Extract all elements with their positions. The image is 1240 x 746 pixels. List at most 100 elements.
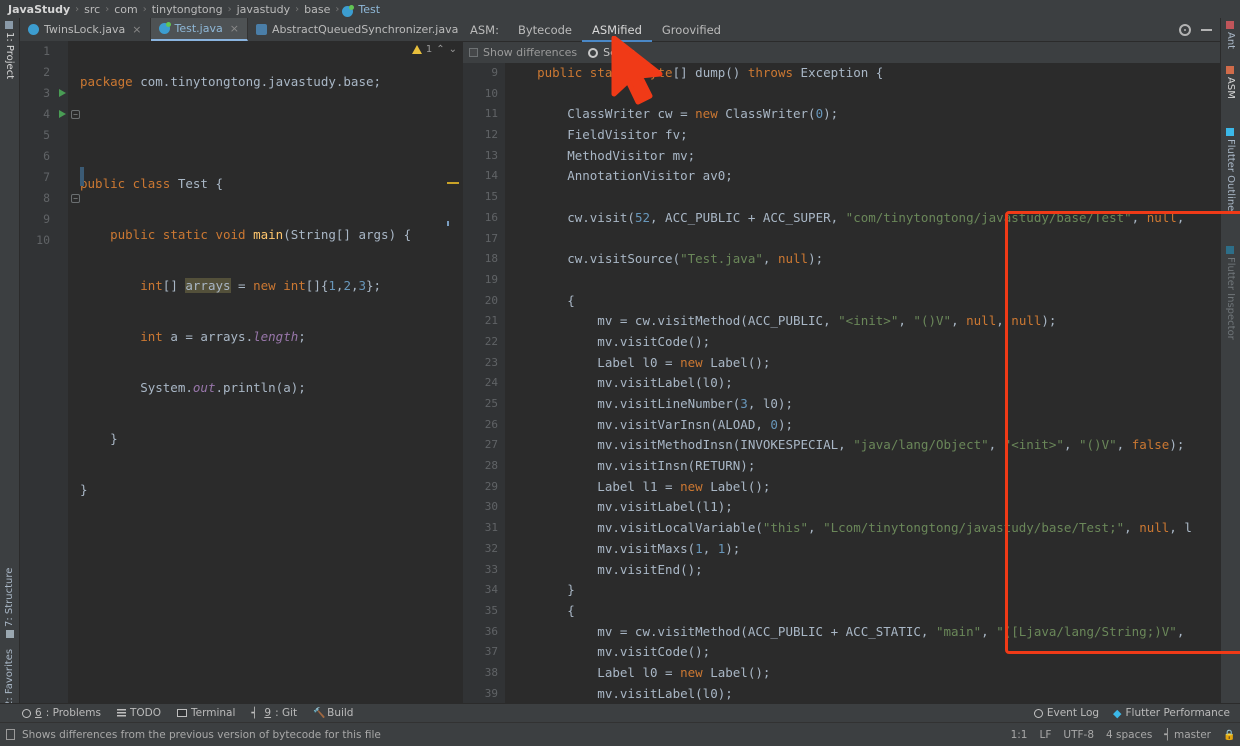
asm-code-line: }	[507, 582, 575, 598]
editor-tab-label: Test.java	[174, 22, 223, 35]
chevron-down-icon[interactable]: ⌄	[449, 44, 457, 55]
gutter-line: 2	[43, 65, 50, 79]
toolwin-terminal[interactable]: Terminal	[177, 707, 235, 719]
line-separator[interactable]: LF	[1040, 729, 1052, 741]
asm-gutter-line: 34	[484, 583, 498, 597]
document-icon	[6, 729, 15, 740]
sidebar-item-flutter-outline[interactable]: Flutter Outline	[1225, 128, 1236, 211]
toolwin-git[interactable]: ┥ 9 : Git	[251, 707, 297, 719]
flutter-icon	[1226, 128, 1235, 136]
sidebar-item-structure[interactable]: 7: Structure	[4, 568, 15, 638]
java-class-icon	[158, 22, 171, 34]
breadcrumb-separator: ›	[75, 3, 80, 15]
toolwin-flutter-performance[interactable]: ◆ Flutter Performance	[1113, 707, 1230, 720]
warning-count: 1	[425, 44, 433, 55]
asm-gutter-line: 21	[484, 314, 498, 328]
inspection-widget[interactable]: 1 ⌃ ⌄	[411, 44, 457, 55]
file-encoding[interactable]: UTF-8	[1063, 729, 1094, 741]
selection-marker	[80, 167, 84, 186]
breadcrumb-item-6[interactable]: Test	[356, 3, 382, 16]
asm-gutter-line: 24	[484, 376, 498, 390]
chevron-up-icon[interactable]: ⌃	[436, 44, 444, 55]
toolwin-todo[interactable]: TODO	[116, 707, 161, 719]
asm-gutter-line: 11	[484, 107, 498, 121]
left-tool-stripe: 1: Project 7: Structure ★ 2: Favorites	[0, 18, 20, 718]
sidebar-item-ant[interactable]: Ant	[1225, 21, 1236, 49]
asm-code-line: ClassWriter cw = new ClassWriter(0);	[507, 106, 839, 122]
minimize-icon[interactable]	[1201, 28, 1212, 31]
breadcrumb-item-1[interactable]: src	[82, 3, 102, 16]
editor-tab-test[interactable]: Test.java ×	[150, 18, 248, 41]
gear-icon[interactable]	[1179, 23, 1191, 36]
asm-gutter-line: 10	[484, 86, 498, 100]
gutter-line: 5	[43, 128, 50, 142]
show-differences-label[interactable]: Show differences	[483, 46, 577, 59]
asm-code-line	[507, 187, 1220, 208]
editor-source[interactable]: package com.tinytongtong.javastudy.base;…	[80, 41, 463, 718]
asm-code-line: mv.visitCode();	[507, 333, 711, 349]
editor-tab-strip: TwinsLock.java × Test.java × AbstractQue…	[20, 18, 484, 41]
code-line: System.out.println(a);	[80, 380, 306, 395]
run-gutter-icon[interactable]	[59, 110, 66, 118]
tab-bytecode[interactable]: Bytecode	[508, 18, 582, 42]
editor-code-area[interactable]: 1 2 3 4 − 5 6 7 8 − 9 10 package com.tin…	[20, 41, 463, 718]
asm-code-line: mv.visitVarInsn(ALOAD, 0);	[507, 416, 793, 432]
editor-tab-twinslock[interactable]: TwinsLock.java ×	[20, 18, 151, 41]
lock-icon[interactable]: 🔒	[1223, 730, 1235, 741]
asm-gutter-line: 26	[484, 417, 498, 431]
toolwin-label: Build	[327, 707, 354, 719]
asm-gutter-line: 27	[484, 438, 498, 452]
breadcrumb-item-3[interactable]: tinytongtong	[150, 3, 225, 16]
asm-header: ASM: Bytecode ASMified Groovified	[463, 18, 1220, 42]
cursor-arrow-annotation	[611, 36, 663, 105]
git-branch[interactable]: ┥ master	[1164, 729, 1211, 741]
sidebar-item-flutter-inspector[interactable]: Flutter Inspector	[1225, 246, 1236, 340]
breadcrumb-item-4[interactable]: javastudy	[235, 3, 293, 16]
project-icon	[5, 21, 14, 29]
structure-icon	[5, 630, 14, 638]
gutter-line: 10	[36, 233, 50, 247]
breadcrumb-item-5[interactable]: base	[302, 3, 332, 16]
editor-tab-aqs[interactable]: AbstractQueuedSynchronizer.java ×	[248, 18, 484, 41]
asm-gutter-line: 23	[484, 355, 498, 369]
sidebar-item-label: 7: Structure	[4, 567, 15, 627]
breadcrumb-item-2[interactable]: com	[112, 3, 140, 16]
breadcrumb-separator: ›	[227, 3, 232, 15]
toolwin-num: 6	[35, 707, 42, 719]
asm-code-line: mv.visitLineNumber(3, l0);	[507, 396, 793, 411]
asm-gutter-line: 13	[484, 148, 498, 162]
gutter-line: 1	[43, 44, 50, 58]
fold-icon[interactable]: −	[71, 110, 80, 119]
asm-source[interactable]: public static byte[] dump() throws Excep…	[507, 63, 1220, 718]
close-icon[interactable]: ×	[132, 23, 141, 36]
breadcrumb-item-0[interactable]: JavaStudy	[6, 3, 72, 16]
flutter-icon: ◆	[1113, 706, 1122, 720]
gutter-line: 7	[43, 170, 50, 184]
git-icon: ┥	[251, 707, 258, 719]
asm-code-area[interactable]: 9 10 11 12 13 14 15 16 17 18 19 20 21 22 23 24 25 26 27 28 2…	[463, 63, 1220, 718]
java-class-icon	[342, 4, 355, 17]
close-icon[interactable]: ×	[230, 22, 239, 35]
asm-code-line: mv.visitLabel(l1);	[507, 499, 733, 515]
fold-icon[interactable]: −	[71, 194, 80, 203]
indent-setting[interactable]: 4 spaces	[1106, 729, 1152, 741]
asm-code-line: cw.visitSource("Test.java", null);	[507, 251, 824, 267]
sidebar-item-asm[interactable]: ASM	[1225, 66, 1236, 99]
breadcrumb-separator: ›	[295, 3, 300, 15]
sidebar-item-project[interactable]: 1: Project	[4, 21, 15, 79]
asm-code-line: mv.visitInsn(RETURN);	[507, 458, 756, 474]
settings-gear-icon[interactable]	[588, 47, 599, 58]
todo-icon	[116, 709, 126, 717]
show-differences-checkbox[interactable]	[469, 48, 478, 57]
editor-pane: TwinsLock.java × Test.java × AbstractQue…	[20, 18, 484, 718]
toolwin-problems[interactable]: 6 : Problems	[22, 707, 101, 719]
toolwin-build[interactable]: 🔨 Build	[313, 707, 353, 719]
asm-gutter-line: 12	[484, 128, 498, 142]
run-gutter-icon[interactable]	[59, 89, 66, 97]
toolwin-event-log[interactable]: Event Log	[1033, 707, 1099, 719]
toolwin-label: Flutter Performance	[1125, 707, 1231, 719]
asm-code-line: Label l0 = new Label();	[507, 664, 771, 680]
flutter-icon	[1226, 246, 1235, 254]
caret-position[interactable]: 1:1	[1011, 729, 1028, 741]
